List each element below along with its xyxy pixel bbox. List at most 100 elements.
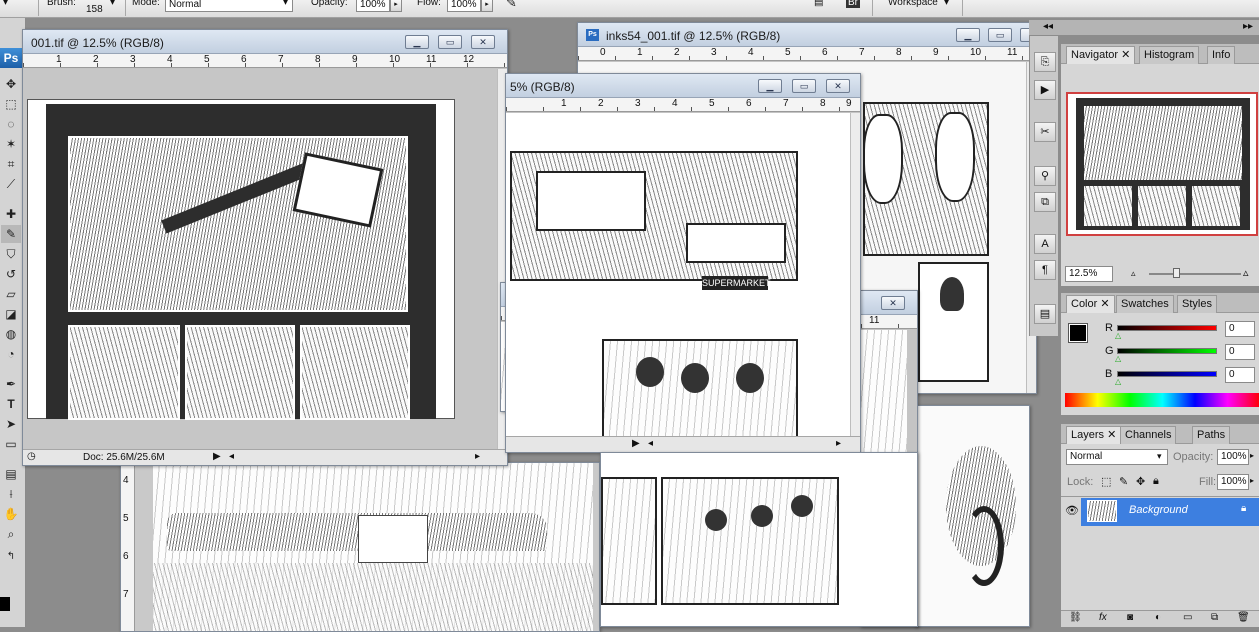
- history-brush-tool-icon[interactable]: ↺: [1, 265, 21, 283]
- slider-thumb-icon[interactable]: △: [1115, 377, 1121, 386]
- window-titlebar[interactable]: Ps inks54_001.tif @ 12.5% (RGB/8) ▁ ▭ ✕: [578, 23, 1036, 47]
- magic-wand-tool-icon[interactable]: ✶: [1, 135, 21, 153]
- eye-visibility-icon[interactable]: 👁︎: [1065, 504, 1079, 517]
- vertical-scrollbar[interactable]: [850, 113, 860, 438]
- clone-stamp-tool-icon[interactable]: ⛉: [1, 245, 21, 263]
- fx-icon[interactable]: fx: [1099, 612, 1107, 623]
- brush-picker-arrow-icon[interactable]: ▾: [110, 0, 115, 8]
- tool-presets-icon[interactable]: ✂: [1034, 122, 1056, 142]
- foreground-color-swatch[interactable]: [1068, 323, 1088, 343]
- document-window-lower[interactable]: [600, 452, 918, 627]
- zoom-input[interactable]: 12.5%: [1065, 266, 1113, 282]
- eyedropper-tool-icon[interactable]: ⟊: [1, 485, 21, 503]
- blue-value-input[interactable]: 0: [1225, 367, 1255, 383]
- close-button[interactable]: ✕: [826, 79, 850, 93]
- tab-channels[interactable]: Channels: [1120, 426, 1177, 444]
- actions-icon[interactable]: ▶: [1034, 80, 1056, 100]
- trash-icon[interactable]: 🗑︎: [1237, 612, 1250, 623]
- scroll-left-icon[interactable]: ◂: [229, 451, 234, 462]
- chevron-down-icon[interactable]: ▾: [1157, 451, 1162, 462]
- maximize-button[interactable]: ▭: [438, 35, 462, 49]
- status-menu-arrow-icon[interactable]: ▶: [632, 438, 640, 449]
- opacity-slider-arrow-icon[interactable]: ▸: [390, 0, 402, 12]
- opacity-slider-arrow-icon[interactable]: ▸: [1250, 451, 1254, 460]
- brush-size-value[interactable]: 158: [86, 4, 103, 15]
- document-window-street[interactable]: 5% (RGB/8) ▁ ▭ ✕ 1 2 3 4 5 6 7 8 9 SUPER…: [505, 73, 861, 453]
- document-window-001[interactable]: 001.tif @ 12.5% (RGB/8) ▁ ▭ ✕ 1 2 3 4 5 …: [22, 29, 508, 466]
- tab-paths[interactable]: Paths: [1192, 426, 1231, 444]
- canvas[interactable]: SUPERMARKET: [506, 113, 850, 438]
- lasso-tool-icon[interactable]: ◌: [1, 115, 21, 133]
- pen-tool-icon[interactable]: ✒: [1, 375, 21, 393]
- tab-styles[interactable]: Styles: [1177, 295, 1217, 313]
- lock-position-icon[interactable]: ✥: [1136, 475, 1145, 488]
- document-window-back[interactable]: 4 5 6 7: [120, 462, 600, 632]
- red-slider[interactable]: [1117, 325, 1217, 331]
- history-icon[interactable]: ⎘: [1034, 52, 1056, 72]
- canvas-area[interactable]: [23, 69, 497, 450]
- crop-tool-icon[interactable]: ⌗: [1, 155, 21, 173]
- slider-thumb-icon[interactable]: △: [1115, 331, 1121, 340]
- color-ramp[interactable]: [1065, 393, 1259, 407]
- expand-panels-icon[interactable]: ▸▸: [1243, 21, 1253, 32]
- link-layers-icon[interactable]: ⛓: [1069, 612, 1082, 623]
- lock-pixels-icon[interactable]: ✎: [1119, 475, 1128, 488]
- blend-mode-select[interactable]: Normal: [1066, 449, 1168, 465]
- mode-select[interactable]: Normal: [165, 0, 293, 12]
- layer-row-selected[interactable]: Background 🔒︎: [1081, 498, 1259, 526]
- zoom-tool-icon[interactable]: ⌕: [1, 525, 21, 543]
- green-value-input[interactable]: 0: [1225, 344, 1255, 360]
- brush-tool-icon[interactable]: ✎: [1, 225, 21, 243]
- red-value-input[interactable]: 0: [1225, 321, 1255, 337]
- canvas[interactable]: [601, 453, 917, 626]
- mask-icon[interactable]: ◙: [1127, 612, 1133, 623]
- window-titlebar[interactable]: 001.tif @ 12.5% (RGB/8) ▁ ▭ ✕: [23, 30, 507, 54]
- blur-tool-icon[interactable]: ◍: [1, 325, 21, 343]
- zoom-slider-thumb[interactable]: [1173, 268, 1180, 278]
- notes-tool-icon[interactable]: ▤: [1, 465, 21, 483]
- move-tool-icon[interactable]: ✥: [1, 75, 21, 93]
- layer-row[interactable]: 👁︎ Background 🔒︎: [1061, 498, 1259, 526]
- close-button[interactable]: ✕: [471, 35, 495, 49]
- view-extras-icon[interactable]: ▤: [814, 0, 823, 8]
- tab-color[interactable]: Color ✕: [1066, 295, 1115, 313]
- minimize-button[interactable]: ▁: [956, 28, 980, 42]
- slice-tool-icon[interactable]: ⟋: [1, 175, 21, 193]
- gradient-tool-icon[interactable]: ◪: [1, 305, 21, 323]
- swap-colors-icon[interactable]: ↰: [1, 548, 21, 566]
- character-icon[interactable]: A: [1034, 234, 1056, 254]
- maximize-button[interactable]: ▭: [792, 79, 816, 93]
- scroll-right-icon[interactable]: ▸: [836, 438, 841, 449]
- navigator-preview[interactable]: [1066, 92, 1258, 236]
- layer-name[interactable]: Background: [1129, 504, 1188, 516]
- tab-navigator[interactable]: Navigator ✕: [1066, 46, 1136, 64]
- brushes-icon[interactable]: ⚲: [1034, 166, 1056, 186]
- clone-source-icon[interactable]: ⧉: [1034, 192, 1056, 212]
- scroll-left-icon[interactable]: ◂: [648, 438, 653, 449]
- chevron-down-icon[interactable]: ▾: [944, 0, 949, 8]
- tab-layers[interactable]: Layers ✕: [1066, 426, 1122, 444]
- eraser-tool-icon[interactable]: ▱: [1, 285, 21, 303]
- workspace-menu[interactable]: Workspace: [888, 0, 938, 8]
- window-titlebar[interactable]: 5% (RGB/8) ▁ ▭ ✕: [506, 74, 860, 98]
- window-titlebar[interactable]: ✕: [861, 291, 917, 315]
- flow-input[interactable]: 100%: [447, 0, 481, 12]
- scroll-right-icon[interactable]: ▸: [475, 451, 480, 462]
- blue-slider[interactable]: [1117, 371, 1217, 377]
- opacity-input[interactable]: 100%: [356, 0, 390, 12]
- shape-tool-icon[interactable]: ▭: [1, 435, 21, 453]
- layer-opacity-input[interactable]: 100%: [1217, 449, 1249, 465]
- layer-comps-icon[interactable]: ▤: [1034, 304, 1056, 324]
- zoom-in-icon[interactable]: ▵: [1243, 266, 1249, 279]
- lock-transparency-icon[interactable]: ⬚: [1101, 475, 1111, 488]
- dodge-tool-icon[interactable]: ◔: [1, 345, 21, 363]
- tab-info[interactable]: Info: [1207, 46, 1236, 64]
- document-window-right[interactable]: [915, 405, 1030, 627]
- lock-all-icon[interactable]: 🔒︎: [1153, 475, 1159, 488]
- healing-brush-tool-icon[interactable]: ✚: [1, 205, 21, 223]
- path-selection-tool-icon[interactable]: ➤: [1, 415, 21, 433]
- canvas[interactable]: [916, 406, 1029, 626]
- marquee-tool-icon[interactable]: ⬚: [1, 95, 21, 113]
- status-menu-arrow-icon[interactable]: ▶: [213, 451, 221, 462]
- hand-tool-icon[interactable]: ✋: [1, 505, 21, 523]
